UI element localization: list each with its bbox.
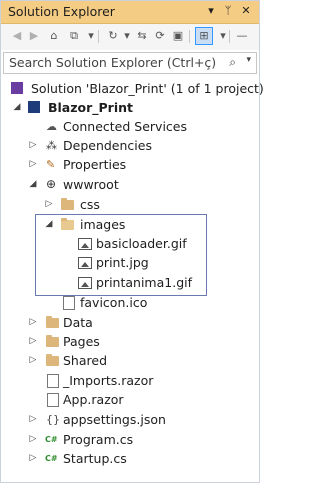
- solution-icon: [11, 82, 23, 94]
- tree-item-label: Data: [63, 315, 93, 330]
- tree-item-label: Connected Services: [63, 119, 187, 134]
- collapsed-arrow-icon[interactable]: ▷: [28, 410, 38, 429]
- title-bar: Solution Explorer ▾ ᛘ ✕: [1, 1, 259, 24]
- tree-item-label: Dependencies: [63, 138, 152, 153]
- tree-item-label: Blazor_Print: [48, 100, 134, 115]
- tree-item-label: css: [80, 197, 100, 212]
- preview-icon[interactable]: —: [234, 28, 250, 44]
- csharp-file-icon: C#: [45, 435, 58, 444]
- folder-icon: [46, 354, 59, 366]
- tree-item-label: images: [80, 217, 126, 232]
- expanded-arrow-icon[interactable]: ◢: [12, 98, 22, 117]
- tree-item-appsettings-json[interactable]: ▷ {} appsettings.json: [1, 410, 259, 429]
- csharp-file-icon: C#: [45, 454, 58, 463]
- connected-services-icon: ☁: [46, 120, 57, 133]
- search-box[interactable]: ⌕ ▾: [3, 52, 257, 74]
- collapsed-arrow-icon[interactable]: ▷: [28, 449, 38, 468]
- tree-item-label: Shared: [63, 353, 108, 368]
- vs-dropdown-icon[interactable]: ▾: [83, 28, 99, 44]
- tree-item-label: _Imports.razor: [63, 373, 154, 388]
- file-icon: [63, 296, 75, 310]
- dependencies-icon: ⁂: [46, 139, 57, 152]
- tree-item-label: Startup.cs: [63, 451, 127, 466]
- home-icon[interactable]: ⌂: [46, 28, 62, 44]
- toolbar-separator: [98, 30, 99, 43]
- pin-icon[interactable]: ᛘ: [221, 4, 235, 18]
- folder-icon: [61, 198, 74, 210]
- expanded-arrow-icon[interactable]: ◢: [28, 175, 38, 194]
- razor-file-icon: [47, 374, 59, 388]
- tree-item-label: appsettings.json: [63, 412, 166, 427]
- collapsed-arrow-icon[interactable]: ▷: [28, 313, 38, 332]
- tree-item-basicloader-gif[interactable]: basicloader.gif: [1, 234, 259, 253]
- properties-icon: ✎: [46, 158, 56, 171]
- back-icon[interactable]: ◀: [9, 28, 25, 44]
- tree-item-css[interactable]: ▷ css: [1, 195, 259, 214]
- collapse-all-icon[interactable]: ▣: [170, 28, 186, 44]
- search-input[interactable]: [4, 53, 233, 71]
- solution-explorer-window: Solution Explorer ▾ ᛘ ✕ ◀ ▶ ⌂ ⧉ ▾ ↻ ▾ ⇆ …: [0, 0, 264, 483]
- tree-item-startup-cs[interactable]: ▷ C# Startup.cs: [1, 449, 259, 468]
- refresh-icon[interactable]: ⟳: [152, 28, 168, 44]
- forward-icon[interactable]: ▶: [26, 28, 42, 44]
- tree-item-dependencies[interactable]: ▷ ⁂ Dependencies: [1, 136, 259, 155]
- image-icon: [78, 238, 92, 250]
- tree-item-label: basicloader.gif: [96, 236, 187, 251]
- history-dropdown-icon[interactable]: ▾: [119, 28, 135, 44]
- collapsed-arrow-icon[interactable]: ▷: [28, 136, 38, 155]
- folder-icon: [46, 335, 59, 347]
- project-icon: [28, 101, 40, 113]
- tree-item-label: Program.cs: [63, 432, 134, 447]
- close-icon[interactable]: ✕: [239, 4, 253, 18]
- tree-item-shared[interactable]: ▷ Shared: [1, 351, 259, 370]
- expanded-arrow-icon[interactable]: ◢: [44, 215, 54, 234]
- window-title: Solution Explorer: [8, 4, 115, 19]
- tree-item-label: printanima1.gif: [96, 275, 192, 290]
- tree-item-project[interactable]: ◢ Blazor_Print: [1, 98, 259, 117]
- tree-item-app-razor[interactable]: App.razor: [1, 390, 259, 409]
- toolbar: ◀ ▶ ⌂ ⧉ ▾ ↻ ▾ ⇆ ⟳ ▣ ⊞ ▾ —: [1, 24, 259, 50]
- tree-item-images[interactable]: ◢ images: [1, 215, 259, 234]
- search-icon[interactable]: ⌕: [229, 55, 236, 70]
- show-all-files-icon[interactable]: ⊞: [195, 27, 213, 45]
- toolbar-separator: [189, 30, 190, 43]
- tree-item-solution[interactable]: Solution 'Blazor_Print' (1 of 1 project): [1, 79, 264, 98]
- collapsed-arrow-icon[interactable]: ▷: [28, 430, 38, 449]
- tree-item-imports-razor[interactable]: _Imports.razor: [1, 371, 259, 390]
- tree-item-print-jpg[interactable]: print.jpg: [1, 253, 259, 272]
- collapsed-arrow-icon[interactable]: ▷: [28, 332, 38, 351]
- tree-item-label: Solution 'Blazor_Print' (1 of 1 project): [31, 81, 264, 96]
- tree-item-label: Properties: [63, 157, 127, 172]
- sync-icon[interactable]: ⇆: [134, 28, 150, 44]
- collapsed-arrow-icon[interactable]: ▷: [44, 195, 54, 214]
- tree-item-label: Pages: [63, 334, 100, 349]
- tree-item-pages[interactable]: ▷ Pages: [1, 332, 259, 351]
- dropdown-arrow-icon[interactable]: ▾: [204, 4, 218, 18]
- tree-item-properties[interactable]: ▷ ✎ Properties: [1, 155, 259, 174]
- tree-item-favicon-ico[interactable]: favicon.ico: [1, 293, 259, 312]
- tree-item-label: App.razor: [63, 392, 124, 407]
- tree-item-label: wwwroot: [63, 177, 119, 192]
- tree-item-printanima1-gif[interactable]: printanima1.gif: [1, 273, 259, 292]
- image-icon: [78, 257, 92, 269]
- folder-open-icon: [61, 218, 74, 230]
- tree-item-connected-services[interactable]: ☁ Connected Services: [1, 117, 259, 136]
- toolbar-separator: [229, 30, 230, 43]
- image-icon: [78, 277, 92, 289]
- collapsed-arrow-icon[interactable]: ▷: [28, 155, 38, 174]
- search-options-icon[interactable]: ▾: [246, 55, 251, 65]
- tree-item-data[interactable]: ▷ Data: [1, 313, 259, 332]
- folder-icon: [46, 316, 59, 328]
- tree-item-wwwroot[interactable]: ◢ ⊕ wwwroot: [1, 175, 259, 194]
- tree-item-program-cs[interactable]: ▷ C# Program.cs: [1, 430, 259, 449]
- collapsed-arrow-icon[interactable]: ▷: [28, 351, 38, 370]
- vs-icon[interactable]: ⧉: [66, 28, 82, 44]
- razor-file-icon: [47, 393, 59, 407]
- tree-item-label: favicon.ico: [80, 295, 148, 310]
- json-file-icon: {}: [46, 413, 60, 426]
- globe-icon: ⊕: [46, 177, 57, 191]
- tree-item-label: print.jpg: [96, 255, 149, 270]
